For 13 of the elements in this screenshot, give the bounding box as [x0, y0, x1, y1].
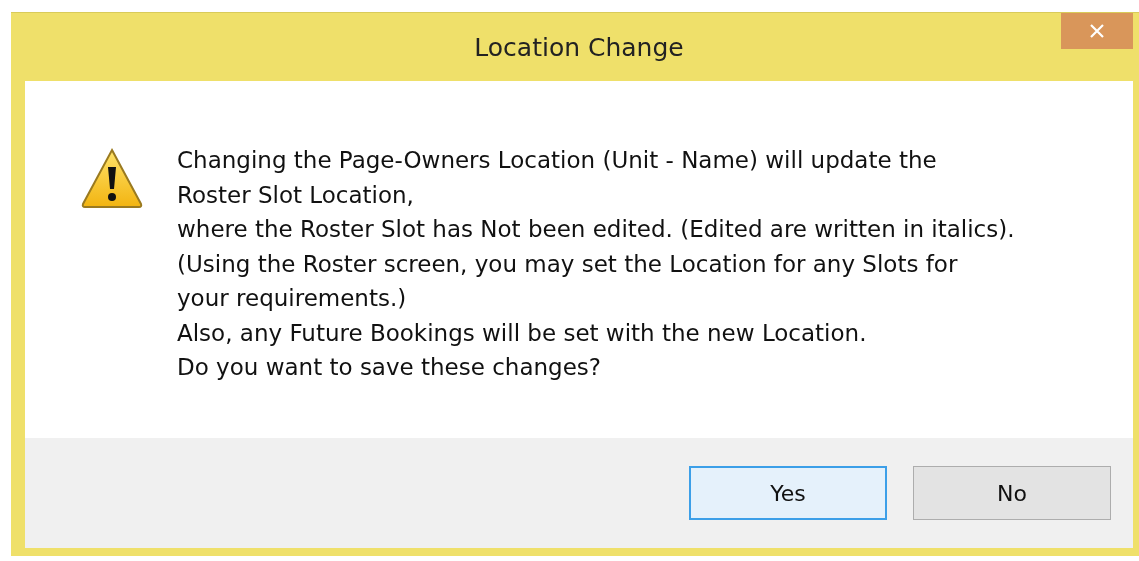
- message-text: Changing the Page-Owners Location (Unit - Name) will update the: [177, 146, 938, 175]
- message-text: Roster Slot Location,: [177, 180, 415, 210]
- message-text: where the Roster Slot has Not been edited. (Edited are written in italics).: [177, 215, 1015, 244]
- no-button[interactable]: No: [913, 466, 1111, 520]
- message-text: (Using the Roster screen, you may set the Location for any Slots for: [177, 249, 959, 279]
- close-icon: [1088, 22, 1106, 40]
- yes-button[interactable]: Yes: [689, 466, 887, 520]
- message-text: Also, any Future Bookings will be set with the new Location.: [177, 318, 868, 348]
- warning-icon: [81, 147, 143, 209]
- window-title: Location Change: [474, 32, 684, 62]
- message-text: Do you want to save these changes?: [177, 353, 603, 382]
- close-button[interactable]: [1061, 13, 1133, 49]
- message-text: your requirements.): [177, 284, 408, 313]
